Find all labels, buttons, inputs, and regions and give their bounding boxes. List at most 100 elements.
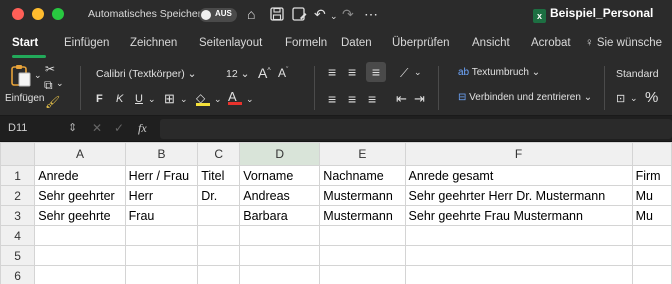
select-all-corner[interactable] [0, 142, 36, 166]
cell-b5[interactable] [124, 245, 199, 266]
cell-g5[interactable] [631, 245, 672, 266]
row-header[interactable]: 4 [0, 225, 36, 246]
minimize-window-button[interactable] [32, 8, 44, 20]
cell-a3[interactable]: Sehr geehrte [34, 205, 126, 226]
cell-d6[interactable] [239, 265, 321, 284]
column-header-e[interactable]: E [319, 142, 406, 166]
cell-b6[interactable] [124, 265, 199, 284]
cell-c3[interactable] [197, 205, 241, 226]
autosave-toggle[interactable]: AUS [199, 8, 237, 22]
cell-g6[interactable] [631, 265, 672, 284]
number-format-select[interactable]: Standard [616, 68, 659, 80]
merge-center-button[interactable]: ⊟ Verbinden und zentrieren ⌄ [458, 92, 592, 103]
cell-e1[interactable]: Nachname [319, 165, 406, 186]
fill-color-dropdown-icon[interactable]: ⌄ [214, 94, 222, 105]
align-center-icon[interactable]: ≡ [348, 91, 356, 107]
tab-ansicht[interactable]: Ansicht [472, 37, 510, 49]
cancel-icon[interactable]: ✕ [92, 121, 102, 135]
wrap-text-button[interactable]: ab Textumbruch ⌄ [458, 67, 540, 78]
undo-icon[interactable]: ↶ [314, 5, 326, 23]
format-painter-icon[interactable]: 🖌 [45, 95, 60, 109]
cell-a5[interactable] [34, 245, 126, 266]
tab-seitenlayout[interactable]: Seitenlayout [199, 37, 262, 49]
font-color-icon[interactable]: A [228, 89, 242, 105]
borders-icon[interactable]: ⊞ [164, 91, 175, 107]
tab-start[interactable]: Start [12, 37, 38, 49]
cell-g3[interactable]: Mu [631, 205, 672, 226]
redo-icon[interactable]: ↷ [342, 5, 354, 23]
home-icon[interactable]: ⌂ [247, 5, 255, 23]
fill-color-icon[interactable]: ◇ [196, 91, 210, 106]
font-color-dropdown-icon[interactable]: ⌄ [246, 94, 254, 105]
column-header-c[interactable]: C [197, 142, 241, 166]
cell-d1[interactable]: Vorname [239, 165, 321, 186]
cell-c2[interactable]: Dr. [197, 185, 241, 206]
cell-e5[interactable] [319, 245, 406, 266]
orientation-dropdown-icon[interactable]: ⌄ [414, 67, 422, 78]
cell-f4[interactable] [404, 225, 633, 246]
align-right-icon[interactable]: ≡ [368, 91, 376, 107]
row-header[interactable]: 1 [0, 165, 36, 186]
tab-zeichnen[interactable]: Zeichnen [130, 37, 177, 49]
zoom-window-button[interactable] [52, 8, 64, 20]
cell-d4[interactable] [239, 225, 321, 246]
copy-dropdown-icon[interactable]: ⌄ [56, 78, 64, 89]
borders-dropdown-icon[interactable]: ⌄ [180, 94, 188, 105]
tell-me-search[interactable]: ♀ Sie wünsche [585, 37, 662, 49]
cell-c1[interactable]: Titel [197, 165, 241, 186]
save-as-icon[interactable] [292, 5, 307, 25]
underline-button[interactable]: U [135, 93, 143, 105]
cell-d2[interactable]: Andreas [239, 185, 321, 206]
cell-f1[interactable]: Anrede gesamt [404, 165, 633, 186]
cell-c4[interactable] [197, 225, 241, 246]
align-middle-icon[interactable]: ≡ [348, 64, 356, 80]
row-header[interactable]: 5 [0, 245, 36, 266]
cell-b4[interactable] [124, 225, 199, 246]
paste-button[interactable] [10, 64, 32, 91]
decrease-font-size-icon[interactable]: Aˇ [278, 66, 288, 80]
cell-f2[interactable]: Sehr geehrter Herr Dr. Mustermann [404, 185, 633, 206]
cell-e3[interactable]: Mustermann [319, 205, 406, 226]
row-header[interactable]: 6 [0, 265, 36, 284]
cut-icon[interactable]: ✂ [45, 62, 55, 76]
cell-b3[interactable]: Frau [124, 205, 199, 226]
column-header-g[interactable] [631, 142, 672, 166]
decrease-indent-icon[interactable]: ⇤ [396, 91, 407, 107]
cell-f5[interactable] [404, 245, 633, 266]
cell-e2[interactable]: Mustermann [319, 185, 406, 206]
copy-icon[interactable]: ⧉ [44, 78, 53, 93]
formula-input[interactable] [160, 119, 672, 139]
more-icon[interactable]: ⋯ [364, 5, 378, 23]
cell-a4[interactable] [34, 225, 126, 246]
italic-button[interactable]: K [116, 93, 123, 105]
orientation-icon[interactable]: ⟋ [400, 66, 408, 81]
column-header-f[interactable]: F [404, 142, 633, 166]
close-window-button[interactable] [12, 8, 24, 20]
insert-function-button[interactable]: fx [138, 121, 147, 136]
column-header-b[interactable]: B [124, 142, 199, 166]
align-bottom-icon[interactable]: ≡ [366, 62, 386, 82]
tab-ueberpruefen[interactable]: Überprüfen [392, 37, 450, 49]
bold-button[interactable]: F [96, 93, 103, 105]
save-icon[interactable] [270, 5, 284, 25]
cell-d5[interactable] [239, 245, 321, 266]
cell-b1[interactable]: Herr / Frau [124, 165, 199, 186]
tab-acrobat[interactable]: Acrobat [531, 37, 571, 49]
cell-f3[interactable]: Sehr geehrte Frau Mustermann [404, 205, 633, 226]
cell-e4[interactable] [319, 225, 406, 246]
accounting-format-icon[interactable]: ⊡ [616, 92, 625, 105]
cell-a1[interactable]: Anrede [34, 165, 126, 186]
font-size-select[interactable]: 12 ⌄ [226, 68, 249, 80]
row-header[interactable]: 2 [0, 185, 36, 206]
row-header[interactable]: 3 [0, 205, 36, 226]
align-top-icon[interactable]: ≡ [328, 64, 336, 80]
cell-a2[interactable]: Sehr geehrter [34, 185, 126, 206]
cell-g4[interactable] [631, 225, 672, 246]
name-box-stepper-icon[interactable]: ⇕ [68, 121, 77, 134]
column-header-d[interactable]: D [239, 142, 321, 166]
accounting-dropdown-icon[interactable]: ⌄ [630, 93, 638, 104]
cell-a6[interactable] [34, 265, 126, 284]
font-name-select[interactable]: Calibri (Textkörper) ⌄ [96, 68, 196, 80]
tab-einfuegen[interactable]: Einfügen [64, 37, 109, 49]
cell-c6[interactable] [197, 265, 241, 284]
